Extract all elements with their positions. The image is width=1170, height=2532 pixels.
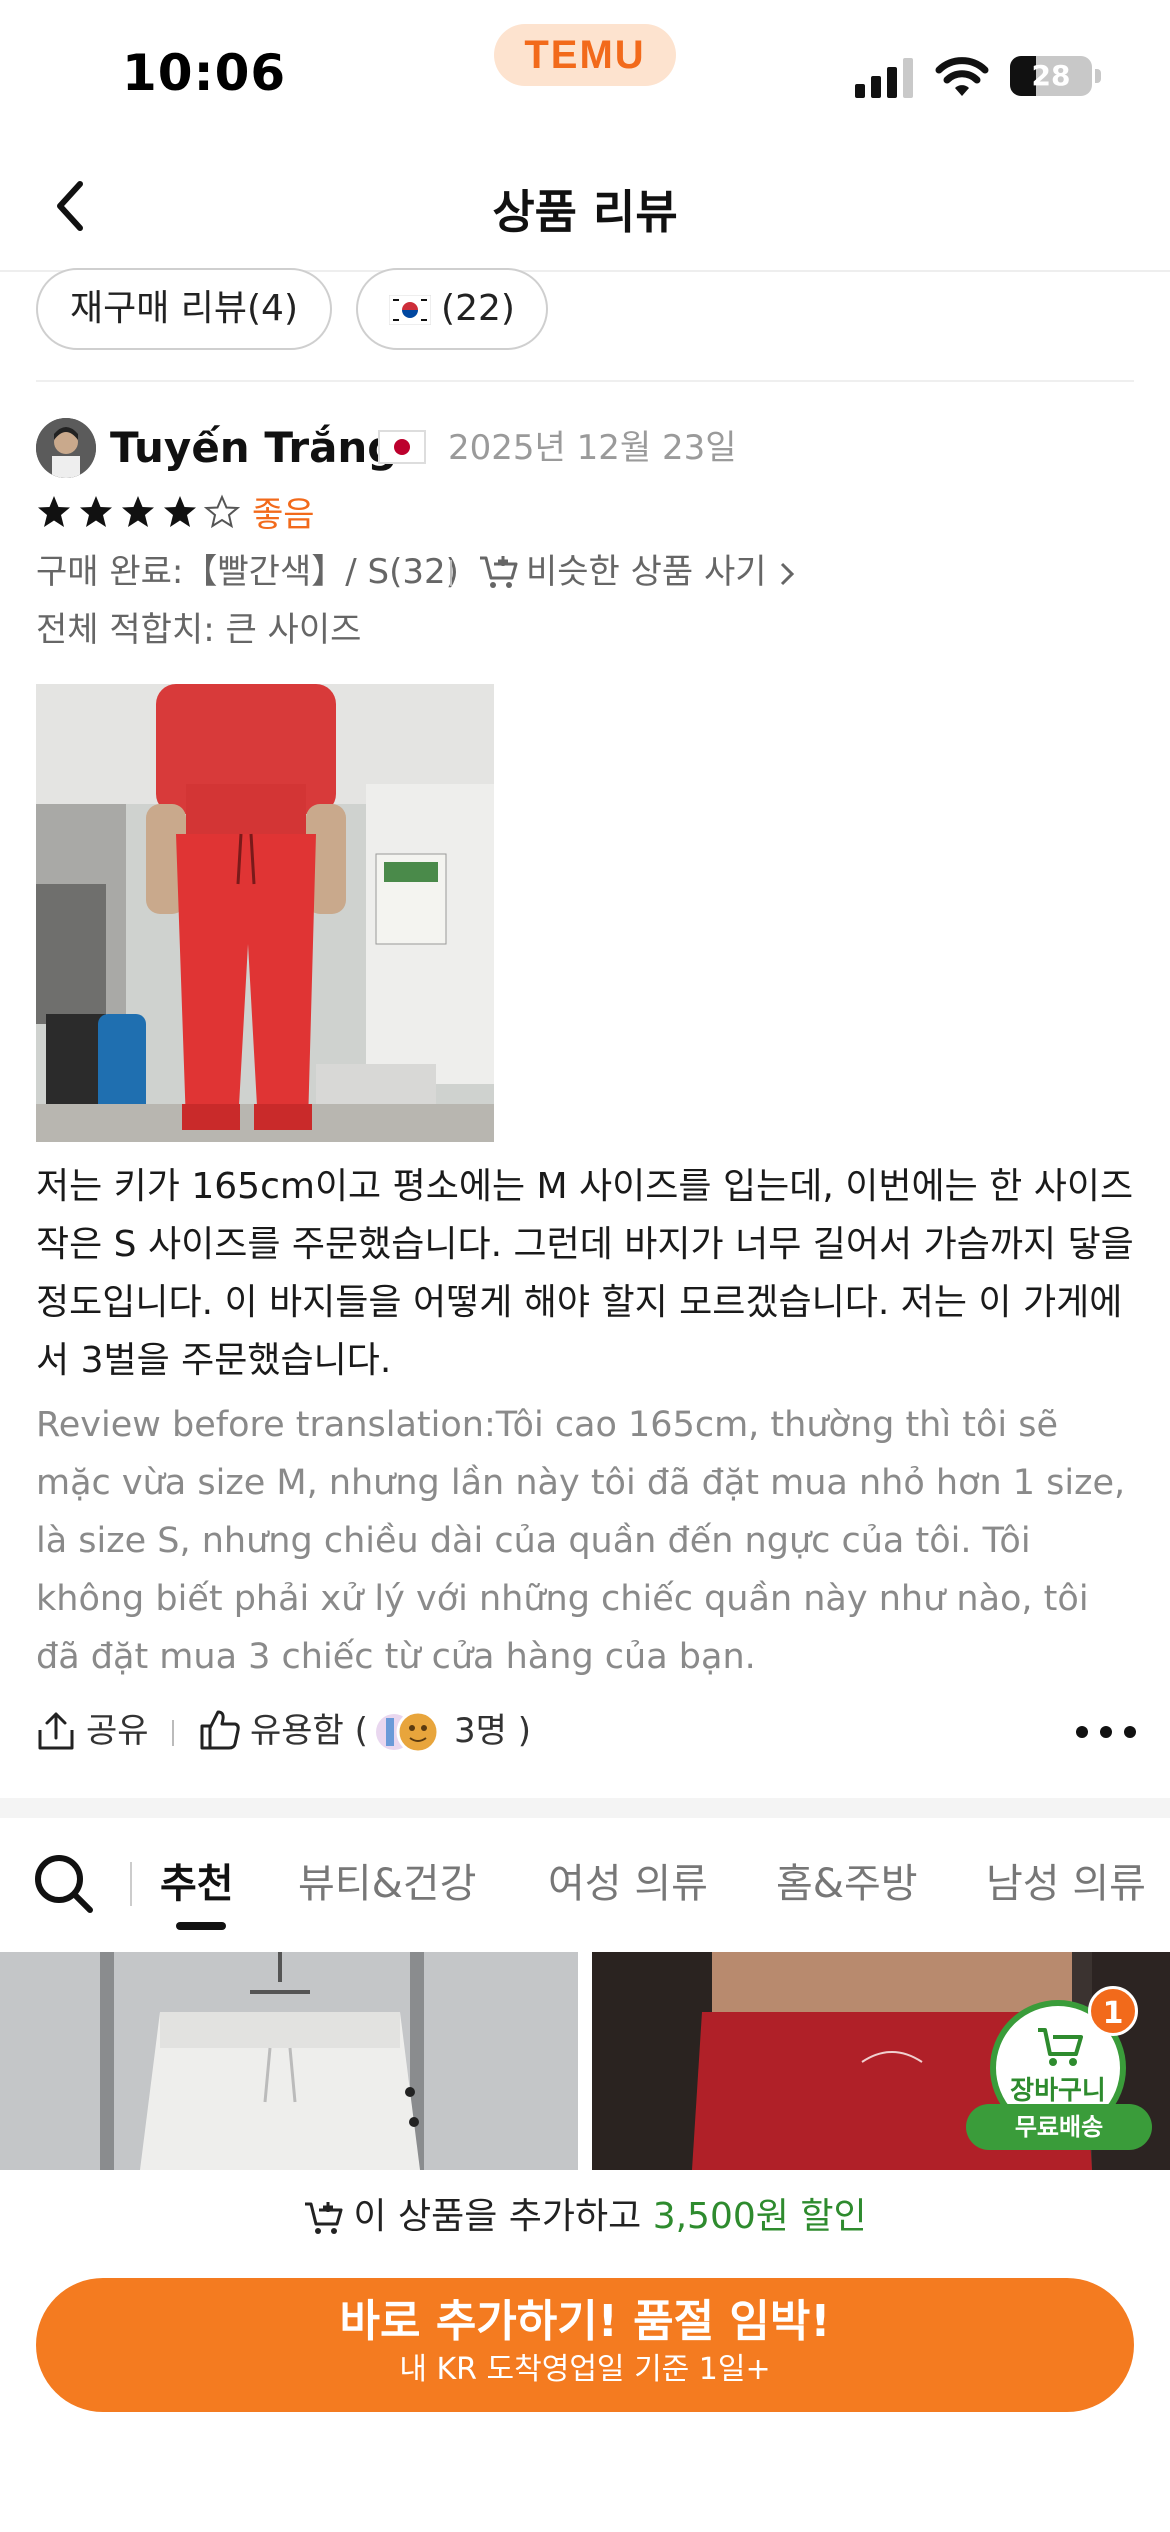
add-to-cart-button[interactable]: 바로 추가하기! 품절 임박! 내 KR 도착영업일 기준 1일+: [36, 2278, 1134, 2412]
star-filled-icon: [122, 496, 154, 527]
promo-text: 이 상품을 추가하고 3,500원 할인: [0, 2192, 1170, 2242]
chevron-right-icon: [781, 562, 795, 585]
divider: [450, 560, 452, 586]
review-photo[interactable]: [36, 684, 494, 1142]
filter-chip-label: (22): [441, 288, 515, 329]
reviewer-name[interactable]: Tuyến Trắng: [110, 418, 397, 478]
free-shipping-badge: 무료배송: [966, 2104, 1152, 2150]
battery-tip: [1095, 69, 1101, 83]
tab-beauty-health[interactable]: 뷰티&건강: [298, 1854, 476, 1914]
tab-womens-clothing[interactable]: 여성 의류: [548, 1854, 708, 1914]
section-divider: [0, 1798, 1170, 1818]
star-filled-icon: [164, 496, 196, 527]
fit-info: 전체 적합치: 큰 사이즈: [36, 610, 362, 650]
flag-jp-icon: [378, 430, 426, 464]
cart-label: 장바구니: [1010, 2076, 1106, 2106]
page-title: 상품 리뷰: [492, 185, 678, 239]
rating-label: 좋음: [252, 495, 315, 535]
star-filled-icon: [38, 496, 70, 527]
review-original-text: Review before translation:Tôi cao 165cm,…: [36, 1405, 1126, 1677]
star-filled-icon: [80, 496, 112, 527]
flag-kr-icon: [389, 295, 432, 325]
search-icon[interactable]: [32, 1852, 96, 1916]
tab-home-kitchen[interactable]: 홈&주방: [776, 1854, 918, 1914]
helpful-button[interactable]: 유용함 (: [250, 1702, 368, 1760]
active-tab-indicator: [176, 1922, 226, 1930]
avatar[interactable]: [36, 418, 96, 478]
status-time: 10:06: [122, 44, 287, 102]
review-actions: 공유 유용함 ( 3명 ): [36, 1702, 1136, 1762]
promo-discount: 3,500원 할인: [652, 2196, 867, 2237]
purchase-info: 구매 완료:【빨간색】/ S(32): [36, 552, 459, 592]
promo-prefix: 이 상품을 추가하고: [353, 2196, 653, 2237]
review-date: 2025년 12월 23일: [448, 428, 737, 468]
filter-chip-korea[interactable]: (22): [356, 268, 548, 350]
cart-plus-icon[interactable]: [478, 554, 520, 590]
wifi-icon: [935, 57, 989, 96]
similar-products-link[interactable]: 비슷한 상품 사기: [526, 548, 797, 596]
temu-badge[interactable]: TEMU: [494, 24, 676, 86]
signal-icon: [855, 58, 913, 98]
product-card-image[interactable]: [0, 1952, 578, 2170]
review-text: 저는 키가 165cm이고 평소에는 M 사이즈를 입는데, 이번에는 한 사이…: [36, 1166, 1134, 1381]
battery-icon: 28: [1010, 56, 1092, 96]
cta-sub-label: 내 KR 도착영업일 기준 1일+: [399, 2352, 771, 2387]
star-empty-icon: [204, 494, 240, 529]
filter-chip-repurchase[interactable]: 재구매 리뷰(4): [36, 268, 332, 350]
cart-plus-icon: [305, 2202, 343, 2234]
helpful-count: 3명 ): [454, 1711, 531, 1751]
divider: [172, 1720, 174, 1746]
cta-main-label: 바로 추가하기! 품절 임박!: [339, 2296, 831, 2347]
battery-level: 28: [1031, 59, 1071, 92]
similar-products-label: 비슷한 상품 사기: [526, 552, 767, 592]
bottom-bar: 이 상품을 추가하고 3,500원 할인 바로 추가하기! 품절 임박! 내 K…: [0, 2170, 1170, 2532]
share-icon[interactable]: [36, 1710, 76, 1752]
cart-count-badge: 1: [1088, 1986, 1138, 2036]
header: 상품 리뷰: [0, 140, 1170, 272]
helpful-user-avatars: [376, 1710, 440, 1754]
thumbs-up-icon[interactable]: [198, 1708, 242, 1752]
filter-chip-label: 재구매 리뷰(4): [69, 288, 299, 329]
cart-icon: [1038, 2028, 1083, 2066]
more-icon[interactable]: [1074, 1722, 1138, 1742]
tab-recommended[interactable]: 추천: [160, 1854, 234, 1914]
tab-mens-clothing[interactable]: 남성 의류: [986, 1854, 1146, 1914]
share-button[interactable]: 공유: [86, 1702, 149, 1760]
divider: [130, 1862, 132, 1906]
star-rating: [36, 492, 246, 538]
status-bar: 10:06 TEMU 28: [0, 0, 1170, 140]
divider: [36, 380, 1134, 382]
